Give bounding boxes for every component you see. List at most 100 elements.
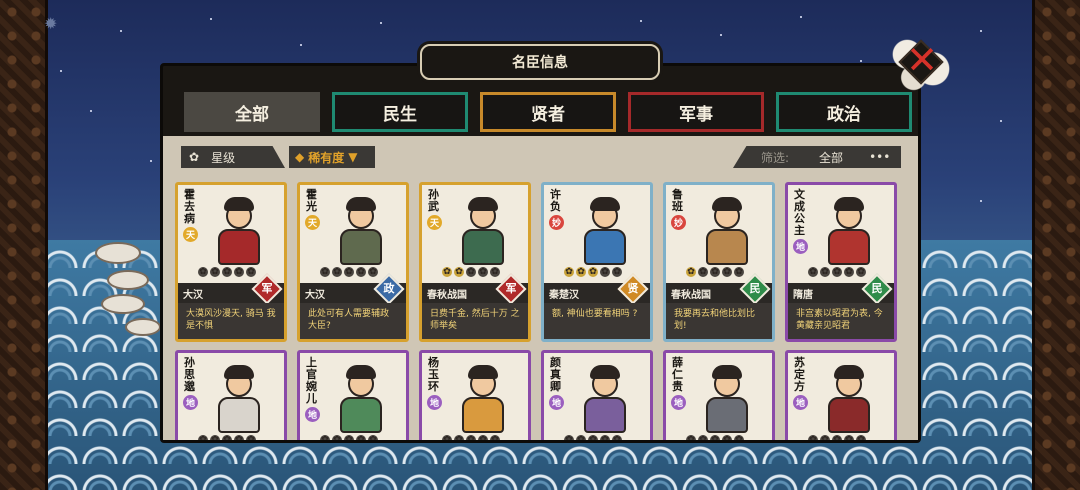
star-icon: ✿ (698, 435, 708, 440)
category-label: 军 (505, 282, 517, 295)
minister-quote: 大漠风沙漫天, 骑马 我是不惧 (178, 303, 284, 339)
star-icon: ✿ (222, 435, 232, 440)
star-icon: ✿ (320, 435, 330, 440)
rarity-sort[interactable]: ◆ 稀有度 ▼ (289, 146, 375, 168)
star-grade-label: 星级 (211, 150, 236, 165)
portrait-hair (346, 365, 376, 379)
minister-card[interactable]: 孙武天 ✿ ✿ ✿ ✿ ✿ 春秋战国军日费千金, 然后十万 之师举矣 (419, 182, 531, 342)
portrait-robe (706, 397, 748, 433)
star-icon: ✿ (466, 435, 476, 440)
dropdown-triangle-icon: ▼ (348, 150, 358, 164)
star-icon: ✿ (234, 435, 244, 440)
star-icon: ✿ (356, 435, 366, 440)
more-icon[interactable]: ••• (869, 150, 890, 164)
minister-quote: 日费千金, 然后十万 之师举矣 (422, 303, 528, 339)
minister-name: 上官婉儿 (306, 356, 317, 405)
minister-card[interactable]: 苏定方地 ✿ ✿ ✿ ✿ ✿ (785, 350, 897, 440)
minister-card[interactable]: 许负妙 ✿ ✿ ✿ ✿ ✿ 秦楚汉贤额, 神仙也要看相吗 ? (541, 182, 653, 342)
sky-star (300, 44, 302, 46)
star-icon: ✿ (722, 435, 732, 440)
category-tabs: 全部 民生 贤者 军事 政治 (184, 92, 912, 132)
close-button[interactable]: ✕ (888, 34, 952, 92)
star-icon: ✿ (600, 435, 610, 440)
tier-badge: 地 (793, 395, 808, 410)
filter-value: 全部 (819, 150, 844, 165)
minister-name: 文成公主 (794, 188, 805, 237)
sky-star (380, 22, 382, 24)
star-icon: ✿ (442, 267, 452, 277)
tab-xianzhe[interactable]: 贤者 (480, 92, 616, 132)
sky-star (720, 34, 722, 36)
right-ornament-border (1032, 0, 1080, 490)
sky-star (90, 110, 92, 112)
tab-all[interactable]: 全部 (184, 92, 320, 132)
minister-card[interactable]: 鲁班妙 ✿ ✿ ✿ ✿ ✿ 春秋战国民我要再去和他比划比 划! (663, 182, 775, 342)
minister-card[interactable]: 杨玉环地 ✿ ✿ ✿ ✿ ✿ (419, 350, 531, 440)
portrait-robe (340, 229, 382, 265)
star-icon: ✿ (368, 435, 378, 440)
tier-badge: 地 (793, 239, 808, 254)
minister-portrait (204, 195, 276, 265)
sky-star (210, 18, 212, 20)
sky-star (800, 16, 802, 18)
rarity-label: 稀有度 (308, 150, 345, 165)
star-icon: ✿ (368, 267, 378, 277)
tier-badge: 天 (183, 227, 198, 242)
star-rating: ✿ ✿ ✿ ✿ ✿ (320, 435, 378, 440)
tab-minsheng[interactable]: 民生 (332, 92, 468, 132)
sky-star (150, 160, 152, 162)
star-icon: ✿ (234, 267, 244, 277)
minister-name: 许负 (550, 188, 561, 213)
minister-card[interactable]: 霍去病天 ✿ ✿ ✿ ✿ ✿ 大汉军大漠风沙漫天, 骑马 我是不惧 (175, 182, 287, 342)
sky-star (60, 70, 62, 72)
portrait-robe (828, 397, 870, 433)
star-icon: ✿ (832, 267, 842, 277)
portrait-robe (584, 229, 626, 265)
category-label: 贤 (627, 282, 639, 295)
minister-card[interactable]: 霍光天 ✿ ✿ ✿ ✿ ✿ 大汉政此处可有人需要辅政 大臣? (297, 182, 409, 342)
minister-quote: 额, 神仙也要看相吗 ? (544, 303, 650, 339)
star-icon: ✿ (808, 435, 818, 440)
star-icon: ✿ (490, 435, 500, 440)
portrait-robe (462, 229, 504, 265)
minister-card[interactable]: 薛仁贵地 ✿ ✿ ✿ ✿ ✿ (663, 350, 775, 440)
star-icon: ✿ (686, 267, 696, 277)
settings-icon[interactable]: ✹ (44, 14, 57, 33)
tab-zhengzhi[interactable]: 政治 (776, 92, 912, 132)
star-icon: ✿ (344, 267, 354, 277)
star-grade-sort[interactable]: ✿ 星级 (181, 146, 285, 168)
minister-card[interactable]: 颜真卿地 ✿ ✿ ✿ ✿ ✿ (541, 350, 653, 440)
star-icon: ✿ (198, 267, 208, 277)
minister-portrait (204, 363, 276, 433)
tab-junshi[interactable]: 军事 (628, 92, 764, 132)
star-icon: ✿ (332, 435, 342, 440)
star-icon: ✿ (686, 435, 696, 440)
sky-star (980, 30, 982, 32)
tier-badge: 地 (183, 395, 198, 410)
minister-card-grid: 霍去病天 ✿ ✿ ✿ ✿ ✿ 大汉军大漠风沙漫天, 骑马 我是不惧 霍光天 ✿ ✿ ✿ ✿ ✿ 大汉政… (175, 182, 901, 440)
minister-card[interactable]: 文成公主地 ✿ ✿ ✿ ✿ ✿ 隋唐民非宫素以昭君为表, 今黄藏亲见昭君 (785, 182, 897, 342)
category-label: 军 (261, 282, 273, 295)
star-icon: ✿ (454, 435, 464, 440)
star-icon: ✿ (600, 267, 610, 277)
minister-name: 鲁班 (672, 188, 683, 213)
minister-quote: 非宫素以昭君为表, 今黄藏亲见昭君 (788, 303, 894, 339)
minister-card[interactable]: 上官婉儿地 ✿ ✿ ✿ ✿ ✿ (297, 350, 409, 440)
star-icon: ✿ (612, 435, 622, 440)
star-rating: ✿ ✿ ✿ ✿ ✿ (808, 267, 866, 277)
star-icon: ✿ (832, 435, 842, 440)
portrait-hair (590, 365, 620, 379)
star-icon: ✿ (722, 267, 732, 277)
portrait-robe (706, 229, 748, 265)
minister-name: 颜真卿 (550, 356, 561, 393)
star-rating: ✿ ✿ ✿ ✿ ✿ (198, 267, 256, 277)
star-icon: ✿ (576, 435, 586, 440)
minister-card[interactable]: 孙思邈地 ✿ ✿ ✿ ✿ ✿ (175, 350, 287, 440)
filter-dropdown[interactable]: 筛选: 全部 ••• (733, 146, 901, 168)
minister-quote: 此处可有人需要辅政 大臣? (300, 303, 406, 339)
portrait-hair (468, 197, 498, 211)
star-icon: ✿ (856, 267, 866, 277)
sky-star (860, 60, 862, 62)
tier-badge: 地 (671, 395, 686, 410)
minister-portrait (448, 363, 520, 433)
